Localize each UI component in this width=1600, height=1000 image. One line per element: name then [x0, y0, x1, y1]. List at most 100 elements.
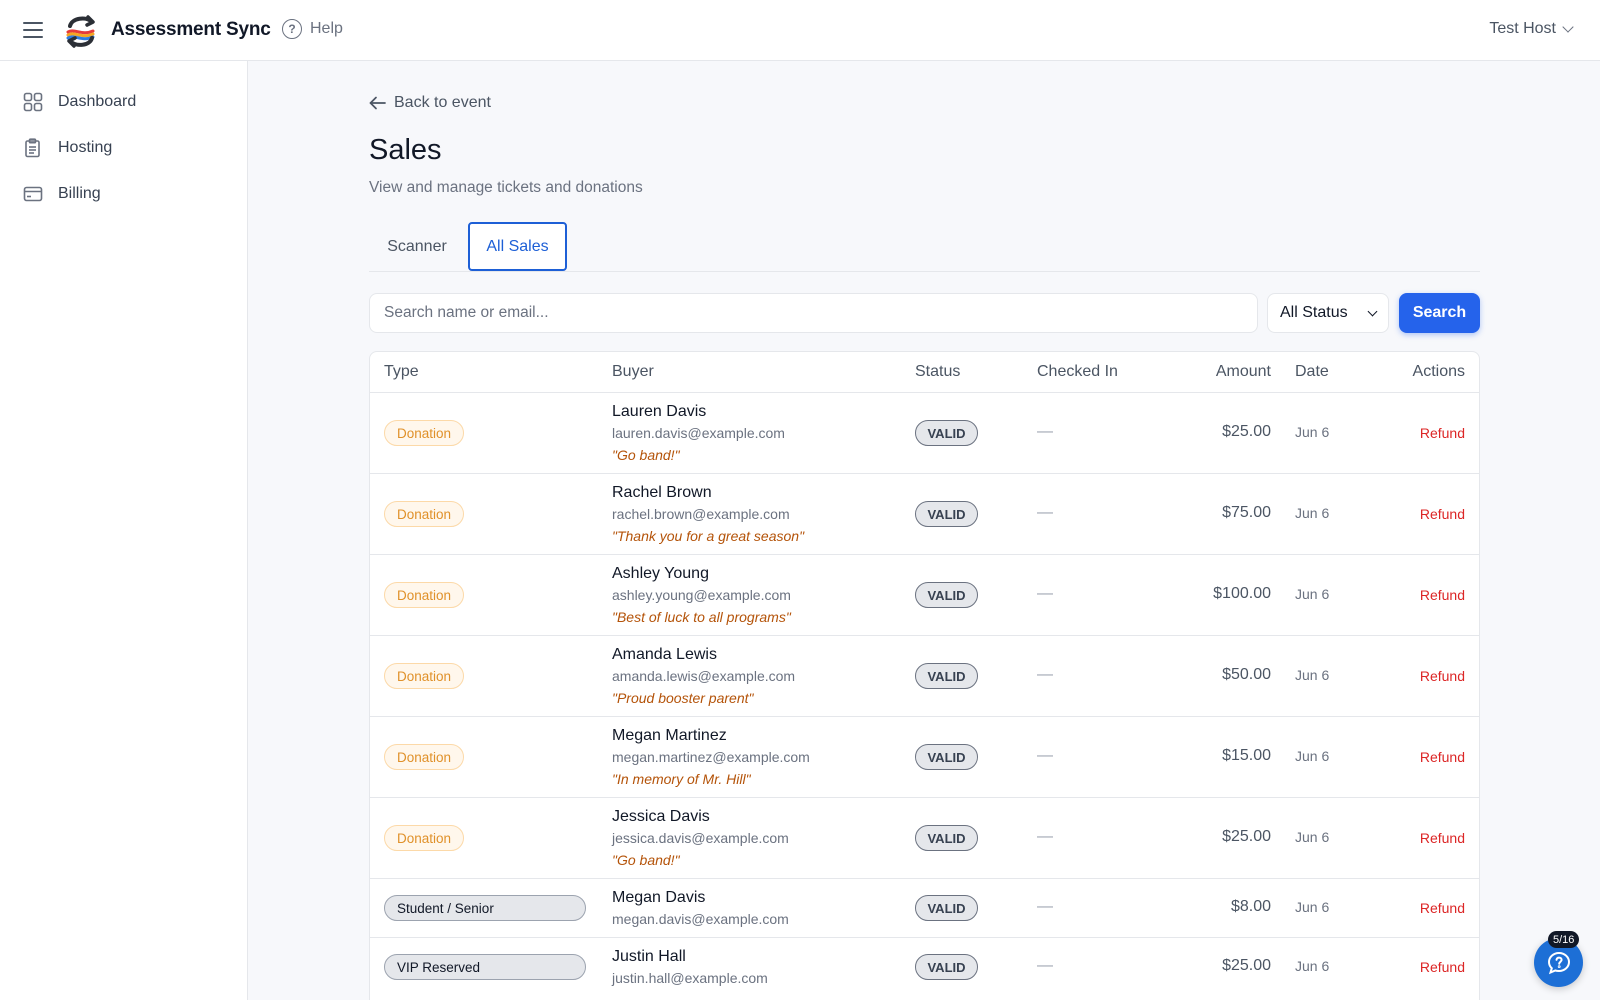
arrow-left-icon — [369, 96, 386, 110]
amount-value: $50.00 — [1222, 666, 1271, 683]
amount-value: $75.00 — [1222, 504, 1271, 521]
status-badge: VALID — [915, 420, 978, 446]
amount-value: $25.00 — [1222, 828, 1271, 845]
type-badge: Donation — [384, 420, 465, 446]
buyer-name: Ashley Young — [612, 565, 709, 582]
date-value: Jun 6 — [1295, 748, 1330, 764]
brand-name: Assessment Sync — [111, 19, 271, 40]
refund-button[interactable]: Refund — [1420, 668, 1465, 684]
help-label: Help — [310, 20, 343, 37]
sidebar-item-label: Hosting — [58, 139, 113, 156]
sidebar-item-label: Billing — [58, 185, 101, 202]
buyer-name: Megan Davis — [612, 889, 706, 906]
chat-help-icon — [1547, 951, 1570, 974]
checked-in-value: — — [1037, 585, 1053, 602]
donation-note: "Proud booster parent" — [612, 690, 754, 706]
back-label: Back to event — [394, 94, 491, 111]
tab-scanner[interactable]: Scanner — [369, 222, 465, 271]
user-name: Test Host — [1489, 20, 1556, 37]
top-bar: Assessment Sync ? Help Test Host — [0, 0, 1600, 61]
table-row: Donation Jessica Davis jessica.davis@exa… — [370, 797, 1479, 878]
donation-note: "Go band!" — [612, 852, 680, 868]
refund-button[interactable]: Refund — [1420, 425, 1465, 441]
back-link[interactable]: Back to event — [369, 94, 491, 112]
buyer-name: Justin Hall — [612, 948, 686, 965]
buyer-name: Megan Martinez — [612, 727, 727, 744]
type-badge: Donation — [384, 744, 465, 770]
refund-button[interactable]: Refund — [1420, 749, 1465, 765]
help-link[interactable]: ? Help — [282, 19, 343, 39]
amount-value: $8.00 — [1230, 898, 1271, 915]
table-row: VIP Reserved Justin Hall justin.hall@exa… — [370, 937, 1479, 996]
search-button[interactable]: Search — [1399, 293, 1480, 333]
buyer-email: megan.davis@example.com — [612, 911, 789, 927]
search-input[interactable] — [369, 293, 1258, 333]
checked-in-value: — — [1037, 828, 1053, 845]
type-badge: Donation — [384, 501, 465, 527]
grid-icon — [23, 92, 43, 112]
date-value: Jun 6 — [1295, 958, 1330, 974]
chevron-down-icon — [1367, 306, 1378, 316]
date-value: Jun 6 — [1295, 829, 1330, 845]
buyer-name: Lauren Davis — [612, 403, 707, 420]
page-subtitle: View and manage tickets and donations — [369, 179, 643, 196]
buyer-name: Rachel Brown — [612, 484, 712, 501]
clipboard-icon — [25, 138, 40, 158]
user-menu[interactable]: Test Host — [1489, 20, 1574, 38]
status-badge: VALID — [915, 954, 978, 980]
sidebar-item-dashboard[interactable]: Dashboard — [0, 79, 247, 125]
sidebar-item-hosting[interactable]: Hosting — [0, 125, 247, 171]
refund-button[interactable]: Refund — [1420, 830, 1465, 846]
type-badge: VIP Reserved — [384, 954, 586, 980]
page-title: Sales — [369, 134, 442, 166]
date-value: Jun 6 — [1295, 899, 1330, 915]
checked-in-value: — — [1037, 423, 1053, 440]
checked-in-value: — — [1037, 666, 1053, 683]
donation-note: "Go band!" — [612, 447, 680, 463]
column-header-status: Status — [915, 363, 961, 380]
date-value: Jun 6 — [1295, 424, 1330, 440]
sidebar-item-label: Dashboard — [58, 93, 137, 110]
buyer-email: rachel.brown@example.com — [612, 506, 790, 522]
status-badge: VALID — [915, 895, 978, 921]
date-value: Jun 6 — [1295, 667, 1330, 683]
column-header-type: Type — [384, 363, 419, 380]
refund-button[interactable]: Refund — [1420, 959, 1465, 975]
buyer-email: ashley.young@example.com — [612, 587, 791, 603]
checked-in-value: — — [1037, 898, 1053, 915]
buyer-email: lauren.davis@example.com — [612, 425, 785, 441]
date-value: Jun 6 — [1295, 586, 1330, 602]
column-header-actions: Actions — [1412, 363, 1465, 380]
table-row: Donation Rachel Brown rachel.brown@examp… — [370, 473, 1479, 554]
tab-bar: Scanner All Sales — [369, 222, 1480, 272]
sidebar-item-billing[interactable]: Billing — [0, 171, 247, 217]
checked-in-value: — — [1037, 747, 1053, 764]
date-value: Jun 6 — [1295, 505, 1330, 521]
type-badge: Student / Senior — [384, 895, 586, 921]
type-badge: Donation — [384, 582, 465, 608]
tab-all-sales[interactable]: All Sales — [468, 222, 567, 271]
chevron-down-icon — [1562, 21, 1574, 33]
table-row: Student / Senior Megan Davis megan.davis… — [370, 878, 1479, 937]
refund-button[interactable]: Refund — [1420, 506, 1465, 522]
refund-button[interactable]: Refund — [1420, 587, 1465, 603]
type-badge: Donation — [384, 663, 465, 689]
refund-button[interactable]: Refund — [1420, 900, 1465, 916]
sales-table: Type Buyer Status Checked In Amount Date… — [369, 351, 1480, 1000]
buyer-email: megan.martinez@example.com — [612, 749, 810, 765]
table-row: Donation Amanda Lewis amanda.lewis@examp… — [370, 635, 1479, 716]
buyer-name: Amanda Lewis — [612, 646, 717, 663]
sidebar: Dashboard Hosting Billing — [0, 61, 248, 1000]
table-row: Donation Megan Martinez megan.martinez@e… — [370, 716, 1479, 797]
buyer-name: Jessica Davis — [612, 808, 710, 825]
status-select[interactable]: All Status — [1267, 293, 1389, 333]
buyer-email: jessica.davis@example.com — [612, 830, 789, 846]
help-icon: ? — [282, 19, 302, 39]
column-header-amount: Amount — [1215, 363, 1271, 380]
buyer-email: justin.hall@example.com — [612, 970, 768, 986]
amount-value: $100.00 — [1213, 585, 1271, 602]
amount-value: $25.00 — [1222, 957, 1271, 974]
column-header-buyer: Buyer — [612, 363, 654, 380]
menu-icon[interactable] — [23, 22, 43, 38]
status-badge: VALID — [915, 582, 978, 608]
